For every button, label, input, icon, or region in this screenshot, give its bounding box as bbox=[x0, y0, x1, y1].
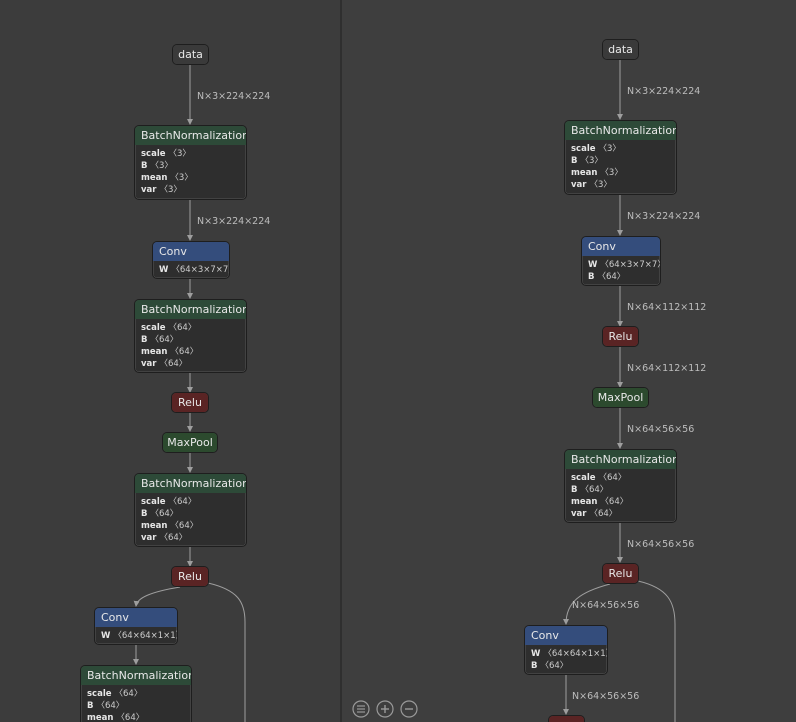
attribute-scale: scale 〈64〉 bbox=[141, 497, 197, 507]
edge-label: N×3×224×224 bbox=[197, 216, 271, 227]
node-conv[interactable]: Conv W 〈64×64×1×1〉 B 〈64〉 bbox=[524, 625, 608, 675]
node-batchnormalization[interactable]: BatchNormalization scale 〈3〉 B 〈3〉 mean 〈3〉… bbox=[564, 120, 677, 195]
node-batchnormalization[interactable]: BatchNormalization scale 〈64〉 B 〈64〉 mean 〈… bbox=[80, 665, 192, 722]
node-conv[interactable]: Conv W 〈64×3×7×7〉 B 〈64〉 bbox=[581, 236, 661, 286]
node-title: BatchNormalization bbox=[135, 126, 246, 145]
zoom-out-icon[interactable] bbox=[400, 700, 418, 718]
node-title: MaxPool bbox=[593, 388, 648, 407]
node-title: BatchNormalization bbox=[135, 300, 246, 319]
attribute-w: W〈64×3×7×7〉 bbox=[159, 265, 229, 275]
node-title: MaxPool bbox=[163, 433, 217, 452]
edge-label: N×64×56×56 bbox=[572, 691, 640, 702]
attribute-mean: mean 〈3〉 bbox=[571, 168, 623, 178]
node-title: Conv bbox=[582, 237, 660, 256]
edge-label: N×64×56×56 bbox=[627, 539, 695, 550]
attribute-b: B 〈64〉 bbox=[588, 272, 626, 282]
right-edges bbox=[563, 60, 676, 722]
attribute-b: B 〈64〉 bbox=[87, 701, 125, 711]
edge-label: N×3×224×224 bbox=[627, 211, 701, 222]
attribute-mean: mean 〈64〉 bbox=[141, 521, 199, 531]
node-data-input[interactable]: data bbox=[172, 44, 209, 65]
node-batchnormalization[interactable]: BatchNormalization scale 〈64〉 B 〈64〉 mean 〈… bbox=[134, 299, 247, 373]
attribute-scale: scale 〈3〉 bbox=[571, 144, 621, 154]
node-batchnormalization[interactable]: BatchNormalization scale 〈3〉 B 〈3〉 mean 〈3〉… bbox=[134, 125, 247, 200]
edge-label: N×64×112×112 bbox=[627, 302, 707, 313]
attribute-mean: mean 〈3〉 bbox=[141, 173, 193, 183]
node-title: Conv bbox=[525, 626, 607, 645]
node-title: BatchNormalization bbox=[565, 450, 676, 469]
node-batchnormalization[interactable]: BatchNormalization scale 〈64〉 B 〈64〉 mean 〈… bbox=[134, 473, 247, 547]
node-title: Relu bbox=[603, 564, 638, 583]
edge-label: N×64×112×112 bbox=[627, 363, 707, 374]
attribute-scale: scale 〈64〉 bbox=[141, 323, 197, 333]
attribute-var: var 〈64〉 bbox=[571, 509, 618, 519]
attribute-b: B 〈64〉 bbox=[141, 509, 179, 519]
edge-label: N×3×224×224 bbox=[627, 86, 701, 97]
attribute-b: B 〈64〉 bbox=[531, 661, 569, 671]
node-title: Relu bbox=[172, 567, 208, 586]
list-icon[interactable] bbox=[352, 700, 370, 718]
node-title: Conv bbox=[153, 242, 229, 261]
node-title: BatchNormalization bbox=[81, 666, 191, 685]
attribute-mean: mean 〈64〉 bbox=[571, 497, 629, 507]
attribute-scale: scale 〈64〉 bbox=[571, 473, 627, 483]
node-data-input[interactable]: data bbox=[602, 39, 639, 60]
node-title: BatchNormalization bbox=[565, 121, 676, 140]
node-title bbox=[549, 716, 584, 722]
node-maxpool[interactable]: MaxPool bbox=[162, 432, 218, 453]
attribute-var: var 〈3〉 bbox=[141, 185, 182, 195]
attribute-scale: scale 〈3〉 bbox=[141, 149, 191, 159]
node-title: data bbox=[603, 40, 638, 59]
node-relu[interactable]: Relu bbox=[171, 392, 209, 413]
node-title: BatchNormalization bbox=[135, 474, 246, 493]
zoom-toolbar bbox=[352, 700, 418, 718]
node-batchnormalization[interactable]: BatchNormalization scale 〈64〉 B 〈64〉 mean 〈… bbox=[564, 449, 677, 523]
edge-label: N×64×56×56 bbox=[572, 600, 640, 611]
attribute-scale: scale 〈64〉 bbox=[87, 689, 143, 699]
attribute-w: W〈64×3×7×7〉 bbox=[588, 260, 661, 270]
node-relu-partial[interactable] bbox=[548, 715, 585, 722]
node-relu[interactable]: Relu bbox=[171, 566, 209, 587]
attribute-w: W 〈64×64×1×1〉 bbox=[531, 649, 608, 659]
attribute-b: B 〈64〉 bbox=[571, 485, 609, 495]
node-conv[interactable]: Conv W〈64×3×7×7〉 bbox=[152, 241, 230, 279]
attribute-b: B 〈64〉 bbox=[141, 335, 179, 345]
left-graph-pane[interactable]: N×3×224×224 N×3×224×224 data BatchNormal… bbox=[0, 0, 342, 722]
node-maxpool[interactable]: MaxPool bbox=[592, 387, 649, 408]
node-relu[interactable]: Relu bbox=[602, 563, 639, 584]
zoom-in-icon[interactable] bbox=[376, 700, 394, 718]
node-conv[interactable]: Conv W 〈64×64×1×1〉 bbox=[94, 607, 178, 645]
right-graph-pane[interactable]: N×3×224×224 N×3×224×224 N×64×112×112 N×6… bbox=[342, 0, 796, 722]
attribute-mean: mean 〈64〉 bbox=[141, 347, 199, 357]
attribute-var: var 〈3〉 bbox=[571, 180, 612, 190]
attribute-b: B 〈3〉 bbox=[571, 156, 603, 166]
node-title: Conv bbox=[95, 608, 177, 627]
node-relu[interactable]: Relu bbox=[602, 326, 639, 347]
node-title: Relu bbox=[172, 393, 208, 412]
node-title: Relu bbox=[603, 327, 638, 346]
attribute-var: var 〈64〉 bbox=[141, 533, 188, 543]
attribute-mean: mean 〈64〉 bbox=[87, 713, 145, 722]
node-title: data bbox=[173, 45, 208, 64]
edge-label: N×64×56×56 bbox=[627, 424, 695, 435]
attribute-w: W 〈64×64×1×1〉 bbox=[101, 631, 178, 641]
attribute-var: var 〈64〉 bbox=[141, 359, 188, 369]
attribute-b: B 〈3〉 bbox=[141, 161, 173, 171]
edge-label: N×3×224×224 bbox=[197, 91, 271, 102]
